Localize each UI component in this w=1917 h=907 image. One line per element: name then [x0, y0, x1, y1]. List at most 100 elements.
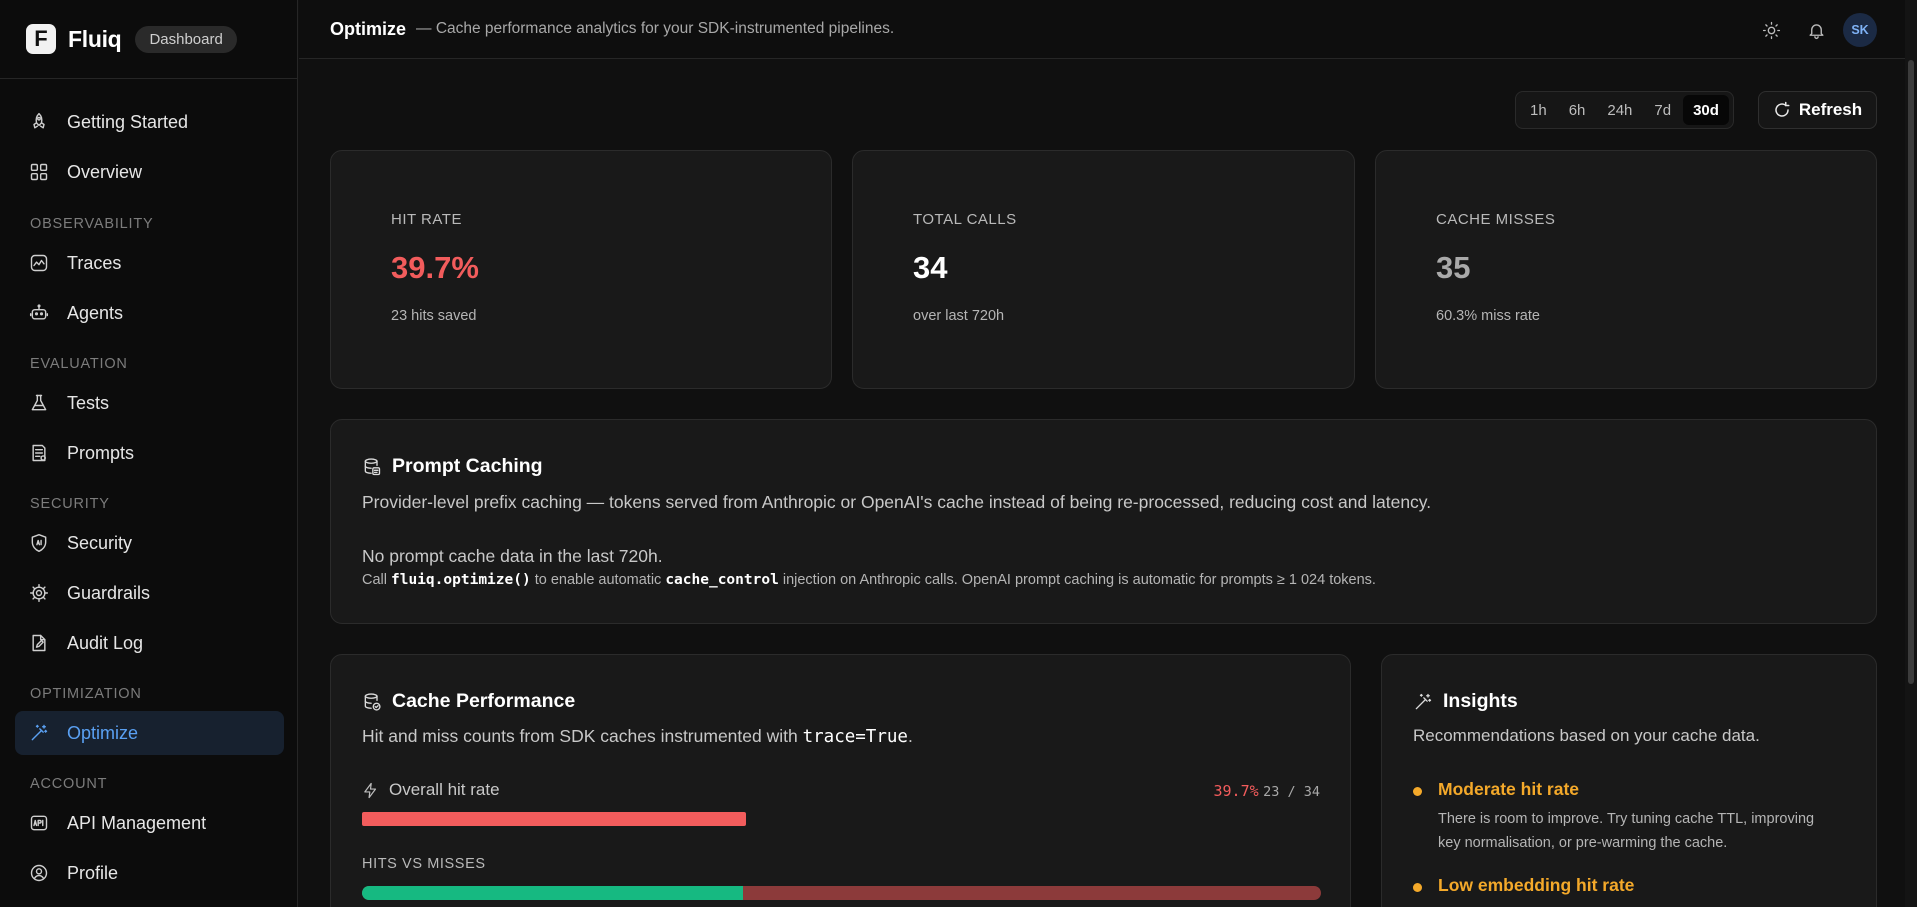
- refresh-label: Refresh: [1798, 100, 1863, 119]
- hits-vs-misses-label: HITS VS MISSES: [362, 856, 486, 872]
- insight-title: Moderate hit rate: [1438, 779, 1579, 799]
- stat-label: HIT RATE: [391, 211, 462, 228]
- scrollbar-thumb[interactable]: [1908, 60, 1914, 684]
- database-icon: [364, 457, 381, 475]
- overall-count: 23 / 34: [1263, 784, 1320, 800]
- overall-hit-rate-bar: [362, 812, 1321, 826]
- page-subtitle: — Cache performance analytics for your S…: [416, 20, 895, 37]
- stat-value: 39.7%: [391, 250, 479, 285]
- stat-label: CACHE MISSES: [1436, 211, 1556, 228]
- prompt-caching-empty: No prompt cache data in the last 720h.: [362, 546, 663, 566]
- hint-text: to enable automatic: [530, 572, 666, 588]
- sun-icon: [1762, 21, 1780, 39]
- code-trace-true: trace=True: [802, 727, 908, 747]
- section-optimization: OPTIMIZATION: [30, 686, 142, 702]
- stat-value: 35: [1436, 250, 1471, 285]
- activity-icon: [30, 254, 48, 272]
- section-title: Prompt Caching: [392, 455, 543, 477]
- stat-label: TOTAL CALLS: [913, 211, 1017, 228]
- sidebar-item-label: Overview: [67, 161, 143, 182]
- section-account: ACCOUNT: [30, 776, 108, 792]
- overall-hit-rate-label: Overall hit rate: [362, 780, 500, 800]
- flask-icon: [31, 394, 47, 411]
- sidebar-item-traces[interactable]: Traces: [15, 241, 284, 285]
- insights-description: Recommendations based on your cache data…: [1413, 726, 1760, 745]
- wand-icon: [31, 724, 48, 741]
- range-option-1h[interactable]: 1h: [1520, 95, 1557, 125]
- description-text: .: [907, 726, 913, 746]
- dashboard-badge: Dashboard: [135, 25, 237, 53]
- sidebar-item-prompts[interactable]: Prompts: [15, 431, 284, 475]
- stat-sub: 60.3% miss rate: [1436, 308, 1540, 324]
- sidebar-item-label: Audit Log: [67, 632, 144, 653]
- brand-logo[interactable]: F: [26, 24, 56, 54]
- section-security: SECURITY: [30, 496, 110, 512]
- database-check-icon: [364, 692, 381, 711]
- range-option-24h[interactable]: 24h: [1597, 95, 1642, 125]
- sidebar-item-security[interactable]: Security: [15, 521, 284, 565]
- warning-dot-icon: [1413, 787, 1422, 796]
- topbar: Optimize — Cache performance analytics f…: [299, 0, 1917, 59]
- code-cache-control: cache_control: [665, 572, 779, 588]
- sidebar-item-label: Profile: [67, 862, 119, 883]
- avatar[interactable]: SK: [1843, 13, 1877, 47]
- sidebar-item-tests[interactable]: Tests: [15, 381, 284, 425]
- overall-label-text: Overall hit rate: [389, 780, 500, 799]
- refresh-button[interactable]: Refresh: [1758, 91, 1877, 129]
- section-title: Cache Performance: [392, 690, 576, 712]
- hint-text: Call: [362, 572, 392, 588]
- stat-value: 34: [913, 250, 948, 285]
- rocket-icon: [33, 112, 45, 129]
- api-icon: [30, 815, 48, 831]
- hits-vs-misses-bar: [362, 886, 1321, 900]
- sidebar-item-guardrails[interactable]: Guardrails: [15, 571, 284, 615]
- stat-card-cache-misses: CACHE MISSES 35 60.3% miss rate: [1375, 150, 1877, 389]
- page-scrollbar[interactable]: [1905, 0, 1917, 907]
- sidebar-item-agents[interactable]: Agents: [15, 291, 284, 335]
- section-title: Insights: [1443, 690, 1518, 712]
- time-range-selector: 1h 6h 24h 7d 30d: [1515, 91, 1734, 129]
- sidebar-item-api-management[interactable]: API Management: [15, 801, 284, 845]
- hint-text: injection on Anthropic calls. OpenAI pro…: [778, 572, 1376, 588]
- range-option-6h[interactable]: 6h: [1559, 95, 1596, 125]
- sidebar-item-label: API Management: [67, 812, 207, 833]
- sidebar-item-label: Prompts: [67, 442, 135, 463]
- insights-card: Insights Recommendations based on your c…: [1381, 654, 1877, 907]
- section-observability: OBSERVABILITY: [30, 216, 154, 232]
- file-edit-icon: [32, 634, 46, 652]
- sidebar-item-label: Optimize: [67, 722, 139, 743]
- cache-performance-header: Cache Performance: [362, 690, 575, 713]
- sidebar-item-overview[interactable]: Overview: [15, 150, 284, 194]
- sidebar-item-label: Security: [67, 532, 133, 553]
- bot-icon: [29, 304, 49, 320]
- stat-card-hit-rate: HIT RATE 39.7% 23 hits saved: [330, 150, 832, 389]
- stat-sub: over last 720h: [913, 308, 1005, 324]
- shield-icon: [31, 533, 47, 553]
- grid-icon: [30, 163, 48, 181]
- sidebar-item-label: Guardrails: [67, 582, 151, 603]
- bell-icon: [1808, 23, 1824, 39]
- prompt-caching-header: Prompt Caching: [362, 455, 543, 478]
- range-option-7d[interactable]: 7d: [1644, 95, 1681, 125]
- sidebar-item-label: Tests: [67, 392, 110, 413]
- prompt-caching-card: Prompt Caching Provider-level prefix cac…: [330, 419, 1877, 624]
- overall-hit-rate-fill: [362, 812, 746, 826]
- notifications-button[interactable]: [1798, 12, 1834, 48]
- sidebar-item-audit-log[interactable]: Audit Log: [15, 621, 284, 665]
- brand: F Fluiq Dashboard: [0, 0, 297, 79]
- sidebar-item-getting-started[interactable]: Getting Started: [15, 100, 284, 144]
- sidebar-item-optimize[interactable]: Optimize: [15, 711, 284, 755]
- warning-dot-icon: [1413, 883, 1422, 892]
- range-option-30d[interactable]: 30d: [1683, 95, 1729, 125]
- theme-toggle-button[interactable]: [1753, 12, 1789, 48]
- description-text: Hit and miss counts from SDK caches inst…: [362, 726, 803, 746]
- brand-name: Fluiq: [68, 25, 122, 52]
- insight-body: There is room to improve. Try tuning cac…: [1438, 811, 1815, 851]
- overall-pct: 39.7%: [1213, 782, 1259, 800]
- sidebar-item-label: Agents: [67, 302, 124, 323]
- gear-icon: [29, 583, 49, 603]
- refresh-icon: [1775, 101, 1790, 117]
- lightning-icon: [364, 782, 377, 798]
- sidebar-item-profile[interactable]: Profile: [15, 851, 284, 895]
- stat-card-total-calls: TOTAL CALLS 34 over last 720h: [852, 150, 1355, 389]
